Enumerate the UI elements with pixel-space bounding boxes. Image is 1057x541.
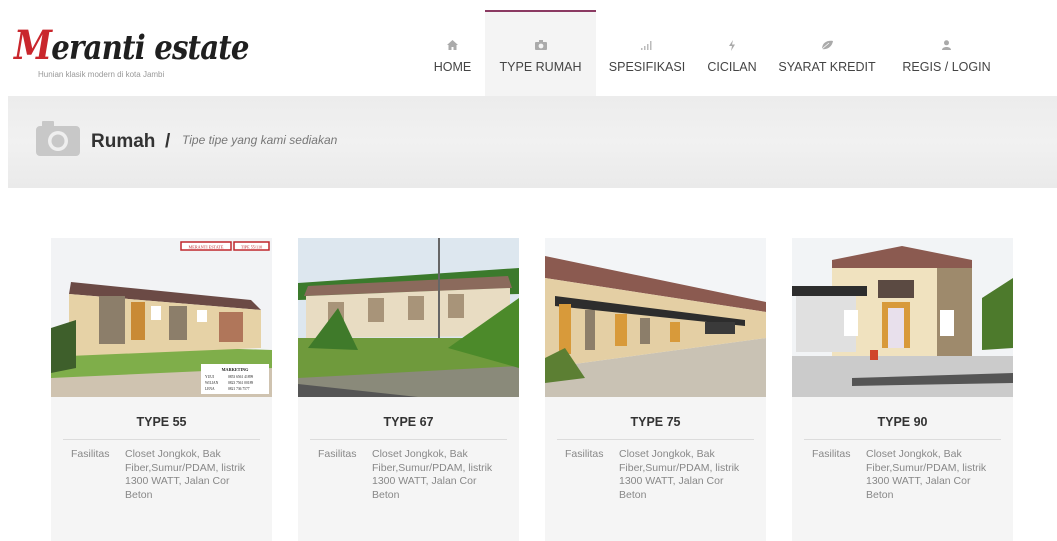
home-icon bbox=[446, 38, 460, 52]
spec-key: Fasilitas bbox=[318, 448, 357, 460]
nav-label-syarat-kredit: SYARAT KREDIT bbox=[778, 60, 876, 74]
page-subtitle: Tipe tipe yang kami sediakan bbox=[182, 133, 338, 147]
page-banner: Rumah / Tipe tipe yang kami sediakan bbox=[8, 96, 1057, 188]
spec-key: Fasilitas bbox=[812, 448, 851, 460]
nav-label-spesifikasi: SPESIFIKASI bbox=[608, 60, 686, 74]
photo-tag-estate: MERANTI ESTATE bbox=[189, 245, 224, 250]
card-spec: Fasilitas Closet Jongkok, Bak Fiber,Sumu… bbox=[298, 448, 519, 502]
main-nav: HOME TYPE RUMAH SPESIFIKASI CICILAN SYAR… bbox=[420, 10, 1005, 96]
leaf-icon bbox=[820, 38, 834, 52]
house-photo[interactable] bbox=[545, 238, 766, 397]
spec-value: Closet Jongkok, Bak Fiber,Sumur/PDAM, li… bbox=[125, 448, 246, 501]
card-title: TYPE 90 bbox=[877, 415, 928, 429]
spec-value: Closet Jongkok, Bak Fiber,Sumur/PDAM, li… bbox=[866, 448, 987, 501]
nav-label-cicilan: CICILAN bbox=[707, 60, 757, 74]
marketing-phone: 0853 6561 41899 bbox=[228, 375, 253, 379]
nav-label-home: HOME bbox=[433, 60, 472, 74]
nav-item-cicilan[interactable]: CICILAN bbox=[698, 10, 766, 96]
nav-item-type-rumah[interactable]: TYPE RUMAH bbox=[485, 10, 596, 96]
logo-initial: M bbox=[14, 22, 52, 69]
house-photo[interactable] bbox=[792, 238, 1013, 397]
logo-title: Meranti estate bbox=[14, 26, 250, 68]
card-spec: Fasilitas Closet Jongkok, Bak Fiber,Sumu… bbox=[51, 448, 272, 502]
logo-title-rest: eranti estate bbox=[51, 28, 249, 68]
house-card-type-90[interactable]: TYPE 90 Fasilitas Closet Jongkok, Bak Fi… bbox=[792, 238, 1013, 541]
house-photo[interactable]: MERANTI ESTATE TIPE 55/110 MARKETING YUU… bbox=[51, 238, 272, 397]
house-card-type-67[interactable]: TYPE 67 Fasilitas Closet Jongkok, Bak Fi… bbox=[298, 238, 519, 541]
nav-item-syarat-kredit[interactable]: SYARAT KREDIT bbox=[766, 10, 888, 96]
camera-icon bbox=[534, 38, 548, 52]
card-title: TYPE 75 bbox=[630, 415, 681, 429]
card-title: TYPE 55 bbox=[136, 415, 187, 429]
marketing-phone: 0823 7561 00189 bbox=[228, 381, 253, 385]
breadcrumb-separator: / bbox=[165, 131, 171, 152]
camera-icon bbox=[36, 120, 80, 156]
house-card-type-55[interactable]: MERANTI ESTATE TIPE 55/110 MARKETING YUU… bbox=[51, 238, 272, 541]
bolt-icon bbox=[725, 38, 739, 52]
marketing-name: WILIAN bbox=[205, 381, 219, 385]
signal-icon bbox=[640, 38, 654, 52]
nav-item-regis-login[interactable]: REGIS / LOGIN bbox=[888, 10, 1005, 96]
house-card-type-75[interactable]: TYPE 75 Fasilitas Closet Jongkok, Bak Fi… bbox=[545, 238, 766, 541]
nav-item-spesifikasi[interactable]: SPESIFIKASI bbox=[596, 10, 698, 96]
spec-value: Closet Jongkok, Bak Fiber,Sumur/PDAM, li… bbox=[619, 448, 740, 501]
logo-tagline: Hunian klasik modern di kota Jambi bbox=[38, 70, 165, 79]
spec-value: Closet Jongkok, Bak Fiber,Sumur/PDAM, li… bbox=[372, 448, 493, 501]
house-photo[interactable] bbox=[298, 238, 519, 397]
spec-key: Fasilitas bbox=[71, 448, 110, 460]
card-spec: Fasilitas Closet Jongkok, Bak Fiber,Sumu… bbox=[545, 448, 766, 502]
card-spec: Fasilitas Closet Jongkok, Bak Fiber,Sumu… bbox=[792, 448, 1013, 502]
marketing-phone: 0821 736 7577 bbox=[228, 387, 250, 391]
card-divider bbox=[63, 439, 260, 440]
card-divider bbox=[310, 439, 507, 440]
page-title: Rumah bbox=[91, 131, 156, 152]
nav-item-home[interactable]: HOME bbox=[420, 10, 485, 96]
marketing-title: MARKETING bbox=[222, 367, 249, 372]
card-divider bbox=[557, 439, 754, 440]
site-logo[interactable]: Meranti estate Hunian klasik modern di k… bbox=[14, 26, 287, 80]
user-icon bbox=[940, 38, 954, 52]
spec-key: Fasilitas bbox=[565, 448, 604, 460]
site-header: Meranti estate Hunian klasik modern di k… bbox=[0, 0, 1057, 96]
card-divider bbox=[804, 439, 1001, 440]
nav-label-regis-login: REGIS / LOGIN bbox=[902, 60, 991, 74]
card-title: TYPE 67 bbox=[383, 415, 434, 429]
marketing-name: LENA bbox=[205, 387, 215, 391]
marketing-name: YUUI bbox=[205, 375, 215, 379]
photo-tag-type: TIPE 55/110 bbox=[241, 245, 262, 250]
nav-label-type-rumah: TYPE RUMAH bbox=[499, 60, 582, 74]
